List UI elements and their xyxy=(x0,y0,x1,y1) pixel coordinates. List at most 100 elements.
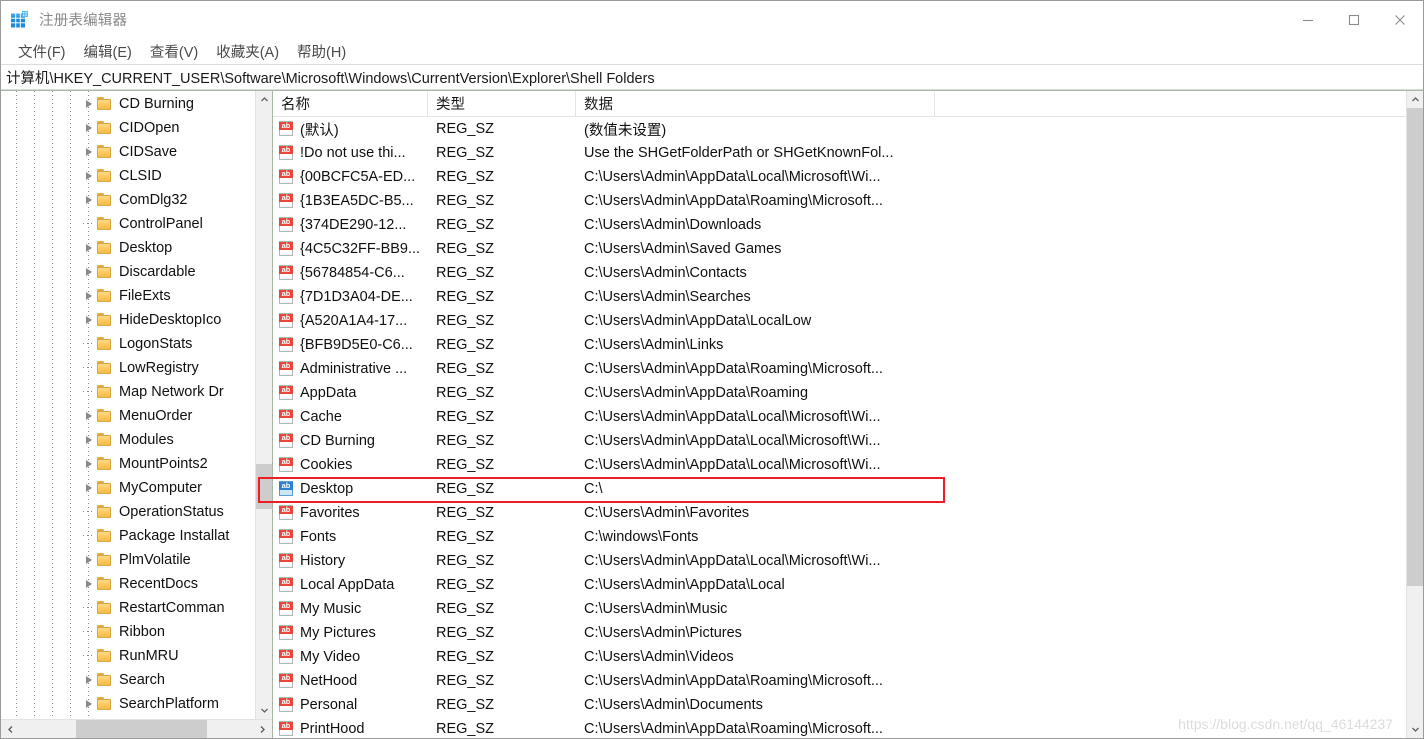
tree-item-runmru[interactable]: RunMRU xyxy=(1,644,255,668)
table-row[interactable]: ab !Do not use thi... REG_SZ Use the SHGetF… xyxy=(273,141,1406,165)
tree-item-cidopen[interactable]: CIDOpen xyxy=(1,116,255,140)
registry-path-bar[interactable]: 计算机\HKEY_CURRENT_USER\Software\Microsoft… xyxy=(1,64,1423,90)
values-scroll-thumb[interactable] xyxy=(1407,108,1423,587)
chevron-right-icon[interactable] xyxy=(81,404,97,428)
column-header-name[interactable]: 名称 xyxy=(273,91,428,116)
tree-hscroll-thumb[interactable] xyxy=(76,720,207,738)
table-row[interactable]: ab {56784854-C6... REG_SZ C:\Users\Admin\Co… xyxy=(273,261,1406,285)
chevron-right-icon[interactable] xyxy=(81,188,97,212)
chevron-right-icon[interactable] xyxy=(81,548,97,572)
table-row[interactable]: ab CD Burning REG_SZ C:\Users\Admin\AppData… xyxy=(273,429,1406,453)
tree-scroll-down-button[interactable] xyxy=(256,702,272,719)
tree-item-ribbon[interactable]: Ribbon xyxy=(1,620,255,644)
tree-item-restartcomman[interactable]: RestartComman xyxy=(1,596,255,620)
tree-item-cd-burning[interactable]: CD Burning xyxy=(1,92,255,116)
chevron-right-icon[interactable] xyxy=(81,428,97,452)
maximize-button[interactable] xyxy=(1331,1,1377,38)
table-row[interactable]: ab (默认) REG_SZ (数值未设置) xyxy=(273,117,1406,141)
table-row[interactable]: ab History REG_SZ C:\Users\Admin\AppData\Lo… xyxy=(273,549,1406,573)
table-row[interactable]: ab {4C5C32FF-BB9... REG_SZ C:\Users\Admin\S… xyxy=(273,237,1406,261)
chevron-right-icon[interactable] xyxy=(81,476,97,500)
table-row[interactable]: ab Local AppData REG_SZ C:\Users\Admin\AppD… xyxy=(273,573,1406,597)
menu-favorites[interactable]: 收藏夹(A) xyxy=(207,39,288,64)
table-row[interactable]: ab {374DE290-12... REG_SZ C:\Users\Admin\Do… xyxy=(273,213,1406,237)
tree-item-controlpanel[interactable]: ControlPanel xyxy=(1,212,255,236)
minimize-button[interactable] xyxy=(1285,1,1331,38)
chevron-right-icon[interactable] xyxy=(81,260,97,284)
tree-item-fileexts[interactable]: FileExts xyxy=(1,284,255,308)
tree-item-modules[interactable]: Modules xyxy=(1,428,255,452)
table-row[interactable]: ab Desktop REG_SZ C:\ xyxy=(273,477,1406,501)
chevron-right-icon[interactable] xyxy=(81,308,97,332)
chevron-right-icon[interactable] xyxy=(81,116,97,140)
table-row[interactable]: ab {7D1D3A04-DE... REG_SZ C:\Users\Admin\Se… xyxy=(273,285,1406,309)
tree-item-comdlg32[interactable]: ComDlg32 xyxy=(1,188,255,212)
tree-scroll-thumb[interactable] xyxy=(256,464,272,509)
tree-item-map-network-dr[interactable]: Map Network Dr xyxy=(1,380,255,404)
tree-item-operationstatus[interactable]: OperationStatus xyxy=(1,500,255,524)
chevron-right-icon[interactable] xyxy=(81,236,97,260)
chevron-right-icon[interactable] xyxy=(81,92,97,116)
values-vertical-scrollbar[interactable] xyxy=(1406,91,1423,738)
values-scroll-down-button[interactable] xyxy=(1407,721,1423,738)
tree-scroll-track[interactable] xyxy=(256,108,272,702)
tree-item-recentdocs[interactable]: RecentDocs xyxy=(1,572,255,596)
tree-item-lowregistry[interactable]: LowRegistry xyxy=(1,356,255,380)
close-button[interactable] xyxy=(1377,1,1423,38)
chevron-right-icon[interactable] xyxy=(81,692,97,716)
registry-key-tree[interactable]: CD Burning CIDOpen CIDSave CLSID ComDlg32 Con… xyxy=(1,91,255,719)
table-row[interactable]: ab My Music REG_SZ C:\Users\Admin\Music xyxy=(273,597,1406,621)
tree-item-clsid[interactable]: CLSID xyxy=(1,164,255,188)
values-scroll-track[interactable] xyxy=(1407,108,1423,721)
chevron-right-icon[interactable] xyxy=(81,284,97,308)
tree-item-cidsave[interactable]: CIDSave xyxy=(1,140,255,164)
menu-view[interactable]: 查看(V) xyxy=(141,39,207,64)
table-row[interactable]: ab {1B3EA5DC-B5... REG_SZ C:\Users\Admin\Ap… xyxy=(273,189,1406,213)
registry-values-list[interactable]: ab (默认) REG_SZ (数值未设置) ab !Do not use thi... R… xyxy=(273,117,1406,738)
table-row[interactable]: ab {A520A1A4-17... REG_SZ C:\Users\Admin\Ap… xyxy=(273,309,1406,333)
table-row[interactable]: ab Administrative ... REG_SZ C:\Users\Admin… xyxy=(273,357,1406,381)
tree-scroll-up-button[interactable] xyxy=(256,91,272,108)
menu-file[interactable]: 文件(F) xyxy=(9,39,75,64)
chevron-right-icon[interactable] xyxy=(81,668,97,692)
table-row[interactable]: ab Cache REG_SZ C:\Users\Admin\AppData\Loca… xyxy=(273,405,1406,429)
table-row[interactable]: ab My Pictures REG_SZ C:\Users\Admin\Pictur… xyxy=(273,621,1406,645)
tree-item-mycomputer[interactable]: MyComputer xyxy=(1,476,255,500)
values-scroll-up-button[interactable] xyxy=(1407,91,1423,108)
table-row[interactable]: ab My Video REG_SZ C:\Users\Admin\Videos xyxy=(273,645,1406,669)
menu-edit[interactable]: 编辑(E) xyxy=(75,39,141,64)
table-row[interactable]: ab AppData REG_SZ C:\Users\Admin\AppData\Ro… xyxy=(273,381,1406,405)
column-header-type[interactable]: 类型 xyxy=(428,91,576,116)
table-row[interactable]: ab Cookies REG_SZ C:\Users\Admin\AppData\Lo… xyxy=(273,453,1406,477)
table-row[interactable]: ab NetHood REG_SZ C:\Users\Admin\AppData\Ro… xyxy=(273,669,1406,693)
tree-scroll-left-button[interactable] xyxy=(1,720,20,738)
tree-item-discardable[interactable]: Discardable xyxy=(1,260,255,284)
tree-item-desktop[interactable]: Desktop xyxy=(1,236,255,260)
tree-item-menuorder[interactable]: MenuOrder xyxy=(1,404,255,428)
tree-hscroll-track[interactable] xyxy=(20,720,253,738)
tree-item-hidedesktopico[interactable]: HideDesktopIco xyxy=(1,308,255,332)
chevron-right-icon[interactable] xyxy=(81,164,97,188)
tree-connector-line xyxy=(81,380,97,404)
table-row[interactable]: ab Fonts REG_SZ C:\windows\Fonts xyxy=(273,525,1406,549)
chevron-right-icon[interactable] xyxy=(81,140,97,164)
tree-scroll-right-button[interactable] xyxy=(253,720,272,738)
tree-vertical-scrollbar[interactable] xyxy=(255,91,272,719)
table-row[interactable]: ab {BFB9D5E0-C6... REG_SZ C:\Users\Admin\Li… xyxy=(273,333,1406,357)
chevron-right-icon[interactable] xyxy=(81,452,97,476)
tree-item-search[interactable]: Search xyxy=(1,668,255,692)
menu-help[interactable]: 帮助(H) xyxy=(288,39,355,64)
table-row[interactable]: ab {00BCFC5A-ED... REG_SZ C:\Users\Admin\Ap… xyxy=(273,165,1406,189)
tree-horizontal-scrollbar[interactable] xyxy=(1,719,272,738)
tree-item-mountpoints2[interactable]: MountPoints2 xyxy=(1,452,255,476)
tree-item-plmvolatile[interactable]: PlmVolatile xyxy=(1,548,255,572)
tree-item-logonstats[interactable]: LogonStats xyxy=(1,332,255,356)
table-row[interactable]: ab Favorites REG_SZ C:\Users\Admin\Favorite… xyxy=(273,501,1406,525)
table-row[interactable]: ab Personal REG_SZ C:\Users\Admin\Documents xyxy=(273,693,1406,717)
column-header-data[interactable]: 数据 xyxy=(576,91,935,116)
chevron-right-icon[interactable] xyxy=(81,572,97,596)
tree-item-package-installat[interactable]: Package Installat xyxy=(1,524,255,548)
tree-item-searchplatform[interactable]: SearchPlatform xyxy=(1,692,255,716)
value-name-cell: ab {BFB9D5E0-C6... xyxy=(273,337,428,353)
table-row[interactable]: ab PrintHood REG_SZ C:\Users\Admin\AppData\… xyxy=(273,717,1406,738)
